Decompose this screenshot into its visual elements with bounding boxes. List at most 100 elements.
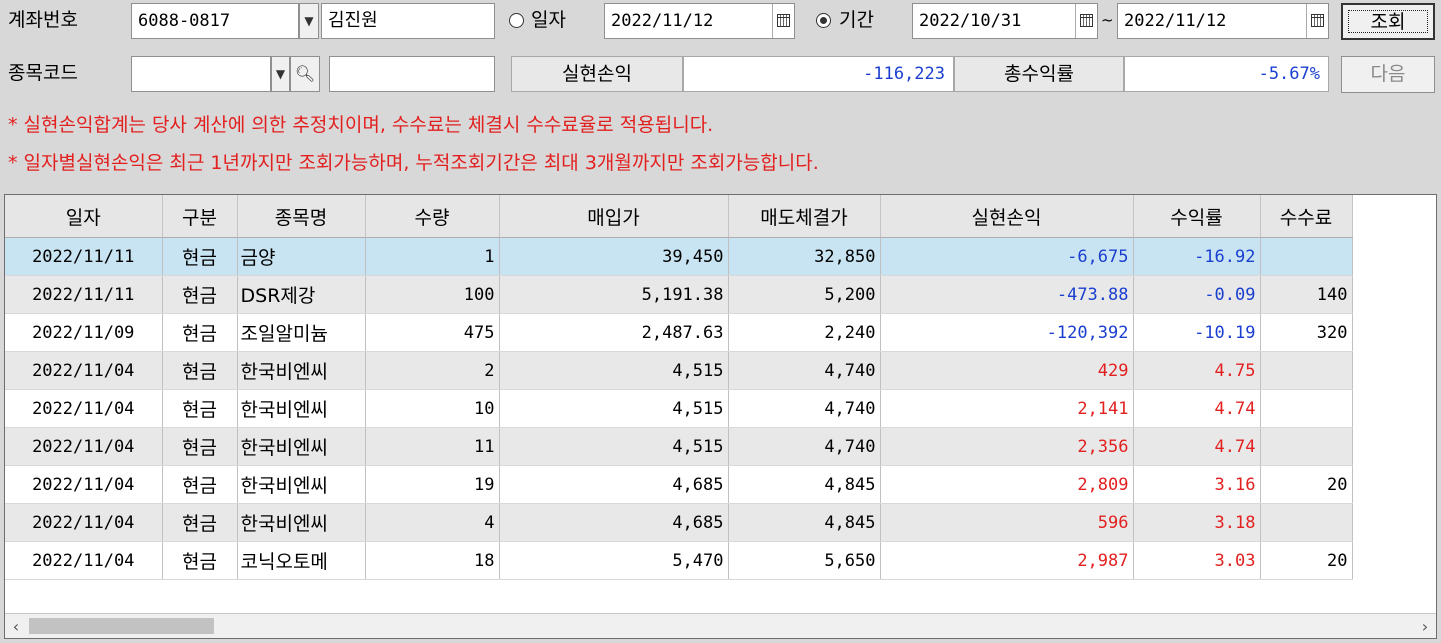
stock-name-field	[329, 56, 495, 92]
return-rate-cell: 4.74	[1133, 427, 1261, 466]
realized-pnl-cell: 429	[880, 351, 1134, 390]
column-header[interactable]: 구분	[162, 195, 238, 238]
date-cell: 2022/11/04	[5, 541, 163, 580]
table-row[interactable]: 2022/11/04 현금 한국비엔씨 19 4,685 4,845 2,809 3.16 20	[5, 465, 1353, 504]
buy-price-cell: 4,685	[499, 465, 729, 504]
column-header[interactable]: 매도체결가	[728, 195, 881, 238]
sell-price-cell: 2,240	[728, 313, 881, 352]
buy-price-cell: 39,450	[499, 237, 729, 276]
return-rate-cell: -0.09	[1133, 275, 1261, 314]
quantity-cell: 10	[365, 389, 500, 428]
table-row[interactable]: 2022/11/04 현금 한국비엔씨 4 4,685 4,845 596 3.18	[5, 503, 1353, 542]
date-field[interactable]: 2022/11/12	[604, 3, 795, 39]
horizontal-scrollbar[interactable]: ‹ ›	[5, 613, 1436, 638]
stock-name-cell: 한국비엔씨	[237, 503, 366, 542]
date-calendar-button[interactable]	[772, 4, 794, 38]
account-name-field: 김진원	[321, 3, 495, 39]
stock-search-button[interactable]: 🔍︎	[290, 56, 320, 92]
period-to-calendar-button[interactable]	[1306, 4, 1328, 38]
date-cell: 2022/11/04	[5, 465, 163, 504]
buy-price-cell: 5,470	[499, 541, 729, 580]
realized-pnl-cell: 596	[880, 503, 1134, 542]
sell-price-cell: 4,845	[728, 465, 881, 504]
buy-price-cell: 4,515	[499, 351, 729, 390]
calendar-icon	[1311, 14, 1324, 27]
scroll-thumb[interactable]	[29, 618, 214, 634]
date-cell: 2022/11/09	[5, 313, 163, 352]
table-row[interactable]: 2022/11/11 현금 DSR제강 100 5,191.38 5,200 -473.88…	[5, 275, 1353, 314]
stock-code-label: 종목코드	[8, 62, 78, 84]
stock-code-input[interactable]	[131, 56, 271, 92]
scroll-left-icon[interactable]: ‹	[5, 614, 27, 639]
period-from-value: 2022/10/31	[919, 11, 1022, 31]
realized-pnl-cell: 2,356	[880, 427, 1134, 466]
buy-price-cell: 4,515	[499, 427, 729, 466]
total-return-value: -5.67%	[1124, 56, 1329, 92]
fee-cell	[1260, 427, 1353, 466]
sell-price-cell: 4,740	[728, 351, 881, 390]
realized-pnl-grid[interactable]: 일자 구분 종목명 수량 매입가 매도체결가 실현손익 수익률 수수료 2022/11/11 현금…	[4, 194, 1437, 639]
total-return-label: 총수익률	[954, 56, 1124, 92]
realized-pnl-label: 실현손익	[511, 56, 683, 92]
date-cell: 2022/11/11	[5, 237, 163, 276]
return-rate-cell: 3.18	[1133, 503, 1261, 542]
table-row[interactable]: 2022/11/09 현금 조일알미늄 475 2,487.63 2,240 -120,39…	[5, 313, 1353, 352]
sell-price-cell: 4,740	[728, 427, 881, 466]
stock-name-cell: 한국비엔씨	[237, 427, 366, 466]
type-cell: 현금	[162, 503, 238, 542]
account-number-field[interactable]: 6088-0817	[131, 3, 299, 39]
buy-price-cell: 4,685	[499, 503, 729, 542]
realized-pnl-cell: -120,392	[880, 313, 1134, 352]
table-row[interactable]: 2022/11/04 현금 한국비엔씨 2 4,515 4,740 429 4.75	[5, 351, 1353, 390]
column-header[interactable]: 실현손익	[880, 195, 1134, 238]
column-header[interactable]: 종목명	[237, 195, 366, 238]
column-header[interactable]: 매입가	[499, 195, 729, 238]
stock-name-cell: 코닉오토메	[237, 541, 366, 580]
table-row[interactable]: 2022/11/04 현금 한국비엔씨 10 4,515 4,740 2,141 4.74	[5, 389, 1353, 428]
scroll-right-icon[interactable]: ›	[1414, 614, 1436, 639]
return-rate-cell: 3.16	[1133, 465, 1261, 504]
fee-cell: 20	[1260, 541, 1353, 580]
fee-cell	[1260, 389, 1353, 428]
grid-table: 일자 구분 종목명 수량 매입가 매도체결가 실현손익 수익률 수수료 2022/11/11 현금…	[5, 195, 1353, 580]
column-header[interactable]: 수익률	[1133, 195, 1261, 238]
quantity-cell: 4	[365, 503, 500, 542]
chevron-down-icon: ▼	[275, 67, 286, 81]
table-row[interactable]: 2022/11/11 현금 금양 1 39,450 32,850 -6,675 -16.92	[5, 237, 1353, 276]
period-to-field[interactable]: 2022/11/12	[1117, 3, 1329, 39]
date-mode-label[interactable]: 일자	[531, 2, 566, 38]
type-cell: 현금	[162, 465, 238, 504]
period-from-calendar-button[interactable]	[1075, 4, 1097, 38]
type-cell: 현금	[162, 313, 238, 352]
column-header[interactable]: 일자	[5, 195, 163, 238]
date-cell: 2022/11/11	[5, 275, 163, 314]
type-cell: 현금	[162, 351, 238, 390]
realized-pnl-cell: 2,141	[880, 389, 1134, 428]
buy-price-cell: 4,515	[499, 389, 729, 428]
return-rate-cell: 4.75	[1133, 351, 1261, 390]
fee-cell: 320	[1260, 313, 1353, 352]
sell-price-cell: 4,740	[728, 389, 881, 428]
stock-dropdown-button[interactable]: ▼	[271, 56, 290, 92]
quantity-cell: 18	[365, 541, 500, 580]
notice-line-2: * 일자별실현손익은 최근 1년까지만 조회가능하며, 누적조회기간은 최대 3…	[4, 148, 1437, 178]
quantity-cell: 11	[365, 427, 500, 466]
table-row[interactable]: 2022/11/04 현금 코닉오토메 18 5,470 5,650 2,987 3.03 20	[5, 541, 1353, 580]
column-header[interactable]: 수량	[365, 195, 500, 238]
period-mode-label[interactable]: 기간	[839, 2, 874, 38]
next-button[interactable]: 다음	[1341, 56, 1435, 93]
date-mode-radio[interactable]	[509, 13, 524, 28]
table-row[interactable]: 2022/11/04 현금 한국비엔씨 11 4,515 4,740 2,356 4.74	[5, 427, 1353, 466]
period-mode-radio[interactable]	[816, 13, 831, 28]
period-from-field[interactable]: 2022/10/31	[912, 3, 1098, 39]
chevron-down-icon: ▼	[304, 14, 314, 28]
realized-pnl-value: -116,223	[683, 56, 954, 92]
query-button[interactable]: 조회	[1341, 3, 1435, 40]
notice-line-1: * 실현손익합계는 당사 계산에 의한 추정치이며, 수수료는 체결시 수수료율…	[4, 110, 1437, 140]
type-cell: 현금	[162, 275, 238, 314]
fee-cell: 20	[1260, 465, 1353, 504]
date-value: 2022/11/12	[611, 11, 714, 31]
account-dropdown-button[interactable]: ▼	[299, 3, 319, 39]
realized-pnl-cell: -473.88	[880, 275, 1134, 314]
column-header[interactable]: 수수료	[1260, 195, 1353, 238]
